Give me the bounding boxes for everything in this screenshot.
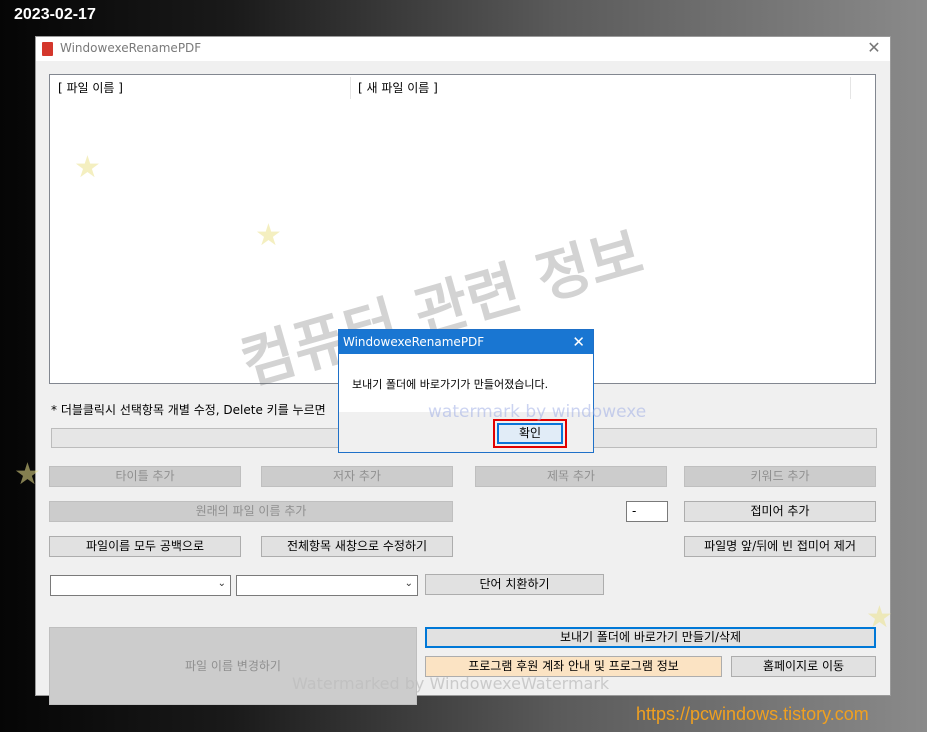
column-header-filename[interactable]: [ 파일 이름 ] bbox=[58, 79, 123, 96]
dialog-title-bar: WindowexeRenamePDF ✕ bbox=[339, 330, 593, 354]
star-decoration: ★ bbox=[74, 150, 101, 185]
add-title-button[interactable]: 타이틀 추가 bbox=[49, 466, 241, 487]
column-header-new-filename[interactable]: [ 새 파일 이름 ] bbox=[358, 79, 438, 96]
dialog-watermark: watermark by windowexe bbox=[428, 402, 647, 422]
title-bar: WindowexeRenamePDF ✕ bbox=[36, 37, 890, 61]
rename-files-button[interactable]: 파일 이름 변경하기 bbox=[49, 627, 417, 705]
remove-empty-affix-button[interactable]: 파일명 앞/뒤에 빈 접미어 제거 bbox=[684, 536, 876, 557]
window-title: WindowexeRenamePDF bbox=[60, 41, 202, 55]
dialog-message: 보내기 폴더에 바로가기가 만들어졌습니다. bbox=[352, 378, 549, 391]
star-decoration: ★ bbox=[14, 457, 41, 492]
usage-hint: * 더블클릭시 선택항목 개별 수정, Delete 키를 누르면 bbox=[51, 403, 326, 417]
highlight-box bbox=[493, 419, 567, 448]
chevron-down-icon: ⌄ bbox=[404, 578, 413, 589]
date-stamp: 2023-02-17 bbox=[14, 6, 96, 23]
dialog-close-icon[interactable]: ✕ bbox=[572, 333, 585, 351]
bottom-watermark: Watermarked by WindowexeWatermark bbox=[292, 674, 610, 693]
pdf-icon bbox=[42, 42, 53, 56]
edit-all-button[interactable]: 전체항목 새창으로 수정하기 bbox=[261, 536, 453, 557]
add-subject-button[interactable]: 제목 추가 bbox=[475, 466, 667, 487]
sendto-shortcut-button[interactable]: 보내기 폴더에 바로가기 만들기/삭제 bbox=[425, 627, 876, 648]
add-original-name-button[interactable]: 원래의 파일 이름 추가 bbox=[49, 501, 453, 522]
chevron-down-icon: ⌄ bbox=[217, 578, 226, 589]
replace-word-button[interactable]: 단어 치환하기 bbox=[425, 574, 604, 595]
message-dialog: WindowexeRenamePDF ✕ 보내기 폴더에 바로가기가 만들어졌습… bbox=[338, 329, 594, 453]
blank-all-names-button[interactable]: 파일이름 모두 공백으로 bbox=[49, 536, 241, 557]
star-decoration: ★ bbox=[255, 218, 282, 253]
close-icon[interactable]: ✕ bbox=[864, 38, 884, 58]
add-keyword-button[interactable]: 키워드 추가 bbox=[684, 466, 876, 487]
affix-input[interactable]: - bbox=[626, 501, 668, 522]
homepage-button[interactable]: 홈페이지로 이동 bbox=[731, 656, 876, 677]
star-decoration: ★ bbox=[866, 600, 893, 635]
column-divider[interactable] bbox=[350, 77, 351, 99]
add-author-button[interactable]: 저자 추가 bbox=[261, 466, 453, 487]
replace-word-select[interactable]: ⌄ bbox=[236, 575, 418, 596]
column-divider[interactable] bbox=[850, 77, 851, 99]
add-affix-button[interactable]: 접미어 추가 bbox=[684, 501, 876, 522]
find-word-select[interactable]: ⌄ bbox=[50, 575, 231, 596]
dialog-title: WindowexeRenamePDF bbox=[343, 335, 485, 349]
site-link[interactable]: https://pcwindows.tistory.com bbox=[636, 704, 869, 725]
